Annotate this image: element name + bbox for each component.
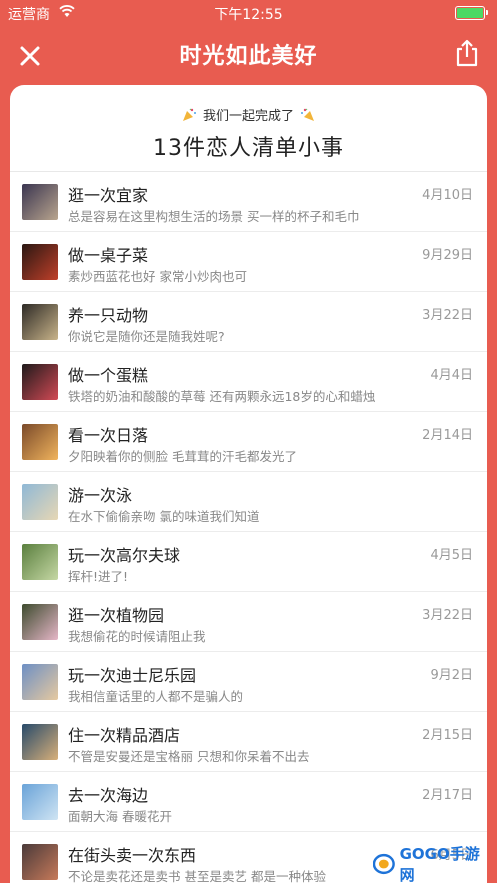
- watermark: GOGO手游网: [373, 845, 493, 883]
- list-item[interactable]: 游一次泳在水下偷偷亲吻 氯的味道我们知道: [10, 472, 487, 532]
- item-title: 逛一次宜家: [68, 186, 149, 205]
- item-date: 3月22日: [422, 608, 473, 623]
- battery-icon: [455, 6, 488, 20]
- item-thumbnail: [22, 544, 58, 580]
- share-button[interactable]: [453, 38, 481, 68]
- item-thumbnail: [22, 604, 58, 640]
- list-item[interactable]: 住一次精品酒店不管是安曼还是宝格丽 只想和你呆着不出去 2月15日: [10, 712, 487, 772]
- item-date: 9月29日: [422, 248, 473, 263]
- item-date: 2月15日: [422, 728, 473, 743]
- status-time: 下午12:55: [214, 7, 283, 23]
- page-title: 时光如此美好: [179, 43, 318, 69]
- item-date: 9月2日: [430, 668, 473, 683]
- summary-header: 我们一起完成了 13件恋人清单小事: [10, 85, 487, 171]
- item-description: 挥杆!进了!: [68, 569, 129, 584]
- item-description: 面朝大海 春暖花开: [68, 809, 172, 824]
- item-date: 3月22日: [422, 308, 473, 323]
- item-thumbnail: [22, 304, 58, 340]
- item-description: 总是容易在这里构想生活的场景 买一样的杯子和毛巾: [68, 209, 360, 224]
- item-title: 玩一次高尔夫球: [68, 546, 181, 565]
- content-card: 我们一起完成了 13件恋人清单小事 逛一次宜家总是容易在这里构想生活的场景 买一…: [10, 85, 487, 883]
- item-thumbnail: [22, 244, 58, 280]
- item-title: 看一次日落: [68, 426, 149, 445]
- list-item[interactable]: 逛一次宜家总是容易在这里构想生活的场景 买一样的杯子和毛巾 4月10日: [10, 172, 487, 232]
- item-description: 不论是卖花还是卖书 甚至是卖艺 都是一种体验: [68, 869, 326, 883]
- item-title: 做一个蛋糕: [68, 366, 149, 385]
- item-description: 素炒西蓝花也好 家常小炒肉也可: [68, 269, 247, 284]
- watermark-text: GOGO手游网: [399, 845, 480, 883]
- list-item[interactable]: 养一只动物你说它是随你还是随我姓呢? 3月22日: [10, 292, 487, 352]
- item-date: 2月17日: [422, 788, 473, 803]
- item-description: 我相信童话里的人都不是骗人的: [68, 689, 244, 704]
- summary-subtitle-row: 我们一起完成了: [10, 105, 487, 124]
- list-item[interactable]: 玩一次迪士尼乐园我相信童话里的人都不是骗人的 9月2日: [10, 652, 487, 712]
- item-description: 我想偷花的时候请阻止我: [68, 629, 206, 644]
- nav-bar: 时光如此美好: [0, 26, 497, 82]
- item-title: 养一只动物: [68, 306, 149, 325]
- item-thumbnail: [22, 664, 58, 700]
- item-description: 夕阳映着你的侧脸 毛茸茸的汗毛都发光了: [68, 449, 297, 464]
- item-description: 你说它是随你还是随我姓呢?: [68, 329, 225, 344]
- gogo-logo-icon: [373, 853, 395, 875]
- task-list: 逛一次宜家总是容易在这里构想生活的场景 买一样的杯子和毛巾 4月10日做一桌子菜素…: [10, 172, 487, 883]
- list-item[interactable]: 做一个蛋糕铁塔的奶油和酸酸的草莓 还有两颗永远18岁的心和蜡烛 4月4日: [10, 352, 487, 412]
- list-item[interactable]: 去一次海边面朝大海 春暖花开 2月17日: [10, 772, 487, 832]
- list-item[interactable]: 做一桌子菜素炒西蓝花也好 家常小炒肉也可 9月29日: [10, 232, 487, 292]
- item-thumbnail: [22, 424, 58, 460]
- item-title: 游一次泳: [68, 486, 133, 505]
- item-description: 不管是安曼还是宝格丽 只想和你呆着不出去: [68, 749, 310, 764]
- item-date: 2月14日: [422, 428, 473, 443]
- list-item[interactable]: 逛一次植物园我想偷花的时候请阻止我 3月22日: [10, 592, 487, 652]
- item-thumbnail: [22, 724, 58, 760]
- item-thumbnail: [22, 484, 58, 520]
- item-date: 4月10日: [422, 188, 473, 203]
- summary-title: 13件恋人清单小事: [153, 136, 344, 161]
- item-thumbnail: [22, 844, 58, 880]
- item-description: 铁塔的奶油和酸酸的草莓 还有两颗永远18岁的心和蜡烛: [68, 389, 376, 404]
- share-icon: [456, 39, 478, 67]
- item-title: 去一次海边: [68, 786, 149, 805]
- party-popper-icon: [301, 108, 314, 121]
- item-description: 在水下偷偷亲吻 氯的味道我们知道: [68, 509, 260, 524]
- item-title: 住一次精品酒店: [68, 726, 181, 745]
- item-date: 4月5日: [430, 548, 473, 563]
- party-popper-icon: [182, 108, 196, 121]
- item-thumbnail: [22, 784, 58, 820]
- item-thumbnail: [22, 184, 58, 220]
- list-item[interactable]: 玩一次高尔夫球挥杆!进了! 4月5日: [10, 532, 487, 592]
- item-thumbnail: [22, 364, 58, 400]
- item-title: 在街头卖一次东西: [68, 846, 197, 865]
- list-item[interactable]: 看一次日落夕阳映着你的侧脸 毛茸茸的汗毛都发光了 2月14日: [10, 412, 487, 472]
- item-title: 逛一次植物园: [68, 606, 165, 625]
- status-bar: 运营商 下午12:55: [0, 0, 497, 26]
- item-date: 4月4日: [430, 368, 473, 383]
- summary-subtitle: 我们一起完成了: [202, 109, 294, 124]
- item-title: 玩一次迪士尼乐园: [68, 666, 197, 685]
- item-title: 做一桌子菜: [68, 246, 149, 265]
